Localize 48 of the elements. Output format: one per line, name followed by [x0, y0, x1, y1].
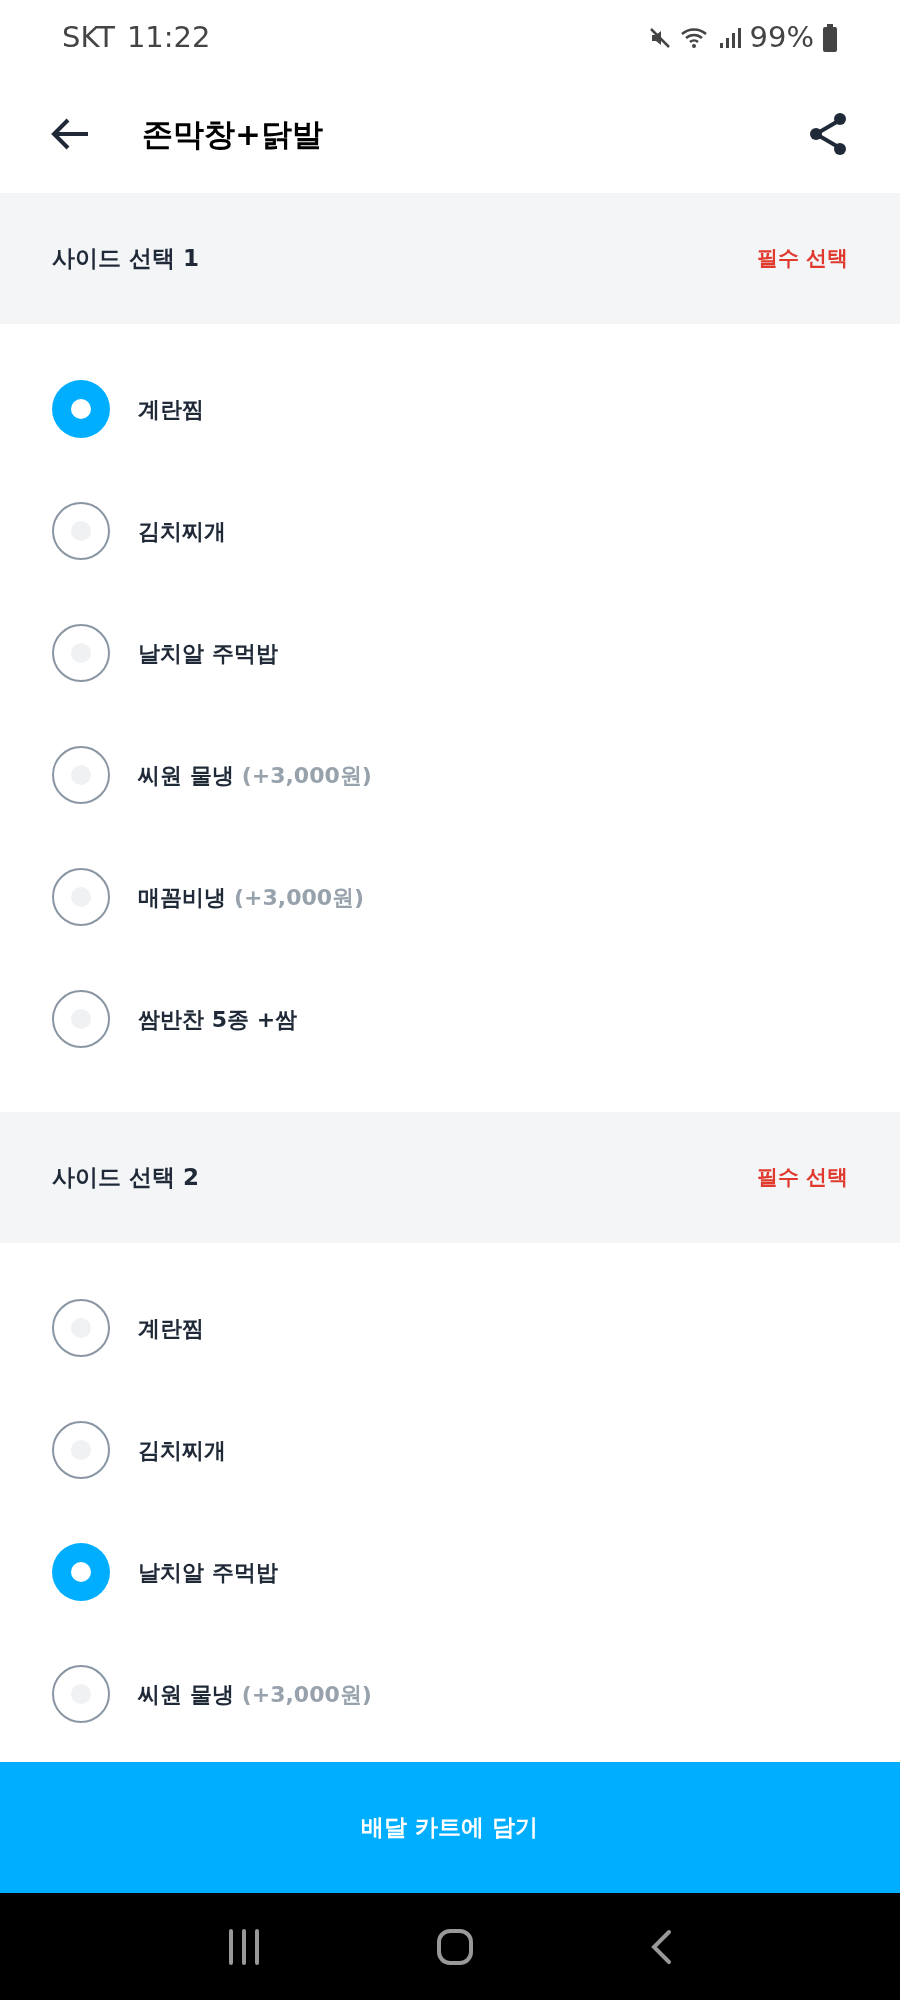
share-icon[interactable] — [808, 112, 848, 156]
radio-button[interactable] — [52, 868, 110, 926]
option-label: 쌈반찬 5종 +쌈 — [138, 1005, 298, 1034]
battery-icon — [822, 23, 838, 52]
radio-button[interactable] — [52, 624, 110, 682]
option-label: 계란찜 — [138, 1314, 204, 1343]
option-label: 씨원 물냉 — [138, 1680, 234, 1709]
radio-button[interactable] — [52, 380, 110, 438]
battery-level: 99% — [749, 18, 814, 56]
back-icon[interactable] — [50, 118, 90, 150]
required-label: 필수 선택 — [756, 1163, 848, 1191]
option-row[interactable]: 씨원 물냉 (+3,000원) — [0, 1633, 900, 1755]
section-title: 사이드 선택 1 — [52, 244, 200, 274]
carrier: SKT — [62, 18, 115, 56]
option-row[interactable]: 계란찜 — [0, 348, 900, 470]
option-price: (+3,000원) — [234, 883, 365, 912]
mute-icon — [647, 25, 672, 50]
option-row[interactable]: 날치알 주먹밥 — [0, 1511, 900, 1633]
option-price: (+3,000원) — [241, 761, 372, 790]
page-title: 존막창+닭발 — [142, 114, 323, 154]
option-label: 김치찌개 — [138, 517, 226, 546]
clock: 11:22 — [126, 18, 211, 56]
option-label: 날치알 주먹밥 — [138, 1558, 278, 1587]
radio-button[interactable] — [52, 502, 110, 560]
option-label: 계란찜 — [138, 395, 204, 424]
option-row[interactable]: 계란찜 — [0, 1267, 900, 1389]
option-label: 김치찌개 — [138, 1436, 226, 1465]
option-row[interactable]: 매꼼비냉 (+3,000원) — [0, 836, 900, 958]
radio-button[interactable] — [52, 746, 110, 804]
radio-button[interactable] — [52, 1543, 110, 1601]
section-title: 사이드 선택 2 — [52, 1163, 200, 1193]
option-row[interactable]: 김치찌개 — [0, 470, 900, 592]
option-label: 매꼼비냉 — [138, 883, 226, 912]
signal-icon — [717, 25, 742, 50]
option-row[interactable]: 김치찌개 — [0, 1389, 900, 1511]
option-row[interactable]: 날치알 주먹밥 — [0, 592, 900, 714]
radio-button[interactable] — [52, 1421, 110, 1479]
option-label: 날치알 주먹밥 — [138, 639, 278, 668]
option-row[interactable]: 쌈반찬 5종 +쌈 — [0, 958, 900, 1080]
option-row[interactable]: 씨원 물냉 (+3,000원) — [0, 714, 900, 836]
radio-button[interactable] — [52, 1299, 110, 1357]
option-label: 씨원 물냉 — [138, 761, 234, 790]
recent-apps-icon[interactable] — [227, 1928, 262, 1965]
home-icon[interactable] — [436, 1927, 474, 1966]
radio-button[interactable] — [52, 1665, 110, 1723]
option-price: (+3,000원) — [241, 1680, 372, 1709]
required-label: 필수 선택 — [756, 244, 848, 272]
radio-button[interactable] — [52, 990, 110, 1048]
